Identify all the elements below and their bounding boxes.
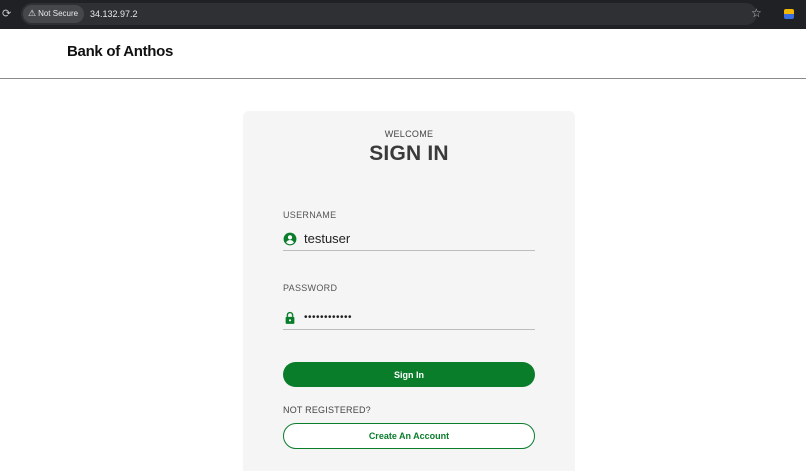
security-chip[interactable]: ⚠ Not Secure (23, 5, 84, 23)
lock-icon (285, 311, 295, 324)
login-card: WELCOME SIGN IN USERNAME PASSWORD Sign I… (243, 111, 575, 471)
address-bar[interactable]: ⚠ Not Secure 34.132.97.2 (21, 3, 757, 25)
security-chip-label: Not Secure (38, 9, 79, 18)
sign-in-button[interactable]: Sign In (283, 362, 535, 387)
password-input[interactable] (304, 306, 534, 329)
username-label: USERNAME (283, 210, 337, 220)
account-circle-icon (283, 232, 297, 246)
brand-logo[interactable]: Bank of Anthos (67, 43, 173, 60)
username-field (283, 227, 535, 251)
star-icon[interactable]: ☆ (751, 5, 765, 21)
create-account-button[interactable]: Create An Account (283, 423, 535, 449)
extension-icon[interactable] (784, 9, 794, 19)
password-label: PASSWORD (283, 283, 338, 293)
page-title: SIGN IN (369, 142, 449, 165)
app-header: Bank of Anthos (0, 29, 806, 79)
welcome-text: WELCOME (384, 129, 434, 139)
browser-toolbar: ⟳ ⚠ Not Secure 34.132.97.2 ☆ (0, 0, 806, 29)
url-text[interactable]: 34.132.97.2 (90, 3, 138, 25)
password-field (283, 306, 535, 330)
warning-triangle-icon: ⚠ (28, 9, 37, 19)
reload-icon[interactable]: ⟳ (2, 7, 14, 21)
not-registered-text: NOT REGISTERED? (283, 405, 371, 415)
username-input[interactable] (304, 227, 534, 250)
